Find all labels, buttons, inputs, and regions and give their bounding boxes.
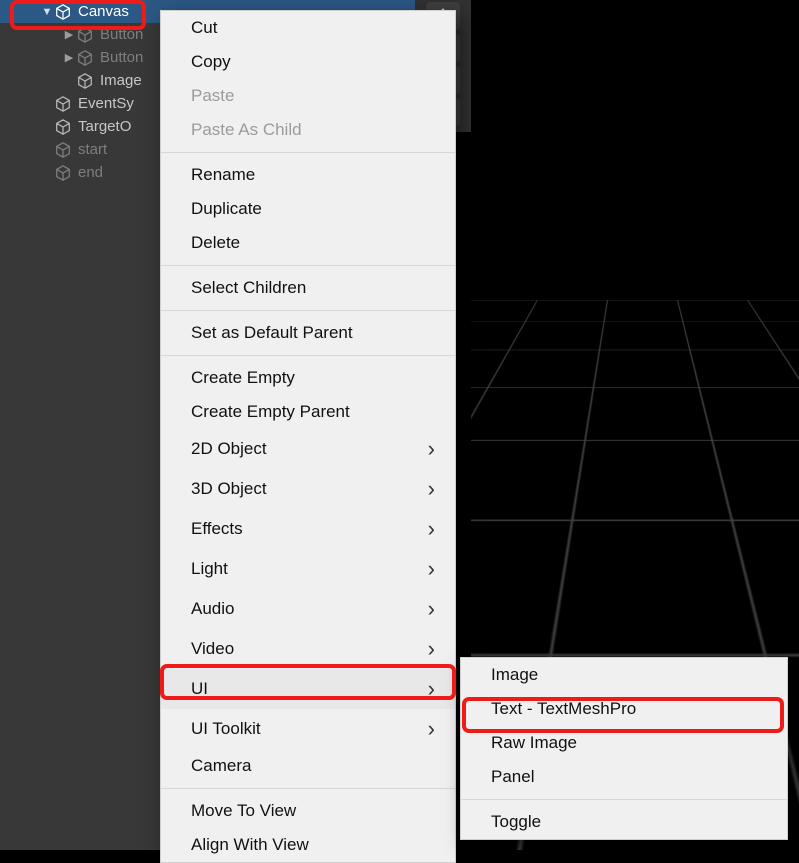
menu-item-copy[interactable]: Copy bbox=[161, 45, 455, 79]
hierarchy-item-label: Button bbox=[100, 49, 143, 66]
menu-item-align-with-view[interactable]: Align With View bbox=[161, 828, 455, 862]
chevron-right-icon bbox=[428, 436, 435, 462]
submenu-item-panel[interactable]: Panel bbox=[461, 760, 787, 794]
menu-item-ui[interactable]: UI bbox=[161, 669, 455, 709]
menu-item-2d-object[interactable]: 2D Object bbox=[161, 429, 455, 469]
hierarchy-item-label: TargetO bbox=[78, 118, 131, 135]
menu-item-rename[interactable]: Rename bbox=[161, 158, 455, 192]
hierarchy-item-label: end bbox=[78, 164, 103, 181]
menu-item-video[interactable]: Video bbox=[161, 629, 455, 669]
chevron-right-icon bbox=[428, 516, 435, 542]
menu-separator bbox=[161, 310, 455, 311]
disclosure-triangle-icon[interactable] bbox=[62, 28, 76, 41]
hierarchy-item-label: Canvas bbox=[78, 3, 129, 20]
hierarchy-item-label: Button bbox=[100, 26, 143, 43]
chevron-right-icon bbox=[428, 476, 435, 502]
context-submenu-ui: Image Text - TextMeshPro Raw Image Panel… bbox=[460, 657, 788, 840]
menu-separator bbox=[161, 265, 455, 266]
hierarchy-item-label: Image bbox=[100, 72, 142, 89]
gameobject-cube-icon bbox=[54, 95, 72, 113]
hierarchy-item-label: EventSy bbox=[78, 95, 134, 112]
menu-item-paste: Paste bbox=[161, 79, 455, 113]
gameobject-cube-icon bbox=[54, 141, 72, 159]
menu-item-ui-toolkit[interactable]: UI Toolkit bbox=[161, 709, 455, 749]
gameobject-cube-icon bbox=[76, 26, 94, 44]
menu-item-light[interactable]: Light bbox=[161, 549, 455, 589]
disclosure-triangle-icon[interactable] bbox=[40, 6, 54, 18]
menu-item-effects[interactable]: Effects bbox=[161, 509, 455, 549]
gameobject-cube-icon bbox=[54, 118, 72, 136]
gameobject-cube-icon bbox=[76, 72, 94, 90]
menu-item-cut[interactable]: Cut bbox=[161, 11, 455, 45]
chevron-right-icon bbox=[428, 556, 435, 582]
menu-separator bbox=[161, 152, 455, 153]
menu-item-delete[interactable]: Delete bbox=[161, 226, 455, 260]
disclosure-triangle-icon[interactable] bbox=[62, 51, 76, 64]
menu-item-paste-as-child: Paste As Child bbox=[161, 113, 455, 147]
submenu-item-image[interactable]: Image bbox=[461, 658, 787, 692]
gameobject-cube-icon bbox=[54, 164, 72, 182]
submenu-item-raw-image[interactable]: Raw Image bbox=[461, 726, 787, 760]
submenu-item-text-tmp[interactable]: Text - TextMeshPro bbox=[461, 692, 787, 726]
menu-item-move-to-view[interactable]: Move To View bbox=[161, 794, 455, 828]
chevron-right-icon bbox=[428, 636, 435, 662]
chevron-right-icon bbox=[428, 596, 435, 622]
gameobject-cube-icon bbox=[54, 3, 72, 21]
chevron-right-icon bbox=[428, 716, 435, 742]
menu-separator bbox=[161, 355, 455, 356]
hierarchy-item-label: start bbox=[78, 141, 107, 158]
chevron-right-icon bbox=[428, 676, 435, 702]
menu-item-set-default-parent[interactable]: Set as Default Parent bbox=[161, 316, 455, 350]
menu-item-create-empty[interactable]: Create Empty bbox=[161, 361, 455, 395]
menu-item-3d-object[interactable]: 3D Object bbox=[161, 469, 455, 509]
menu-item-select-children[interactable]: Select Children bbox=[161, 271, 455, 305]
gameobject-cube-icon bbox=[76, 49, 94, 67]
submenu-item-toggle[interactable]: Toggle bbox=[461, 805, 787, 839]
menu-separator bbox=[461, 799, 787, 800]
menu-item-duplicate[interactable]: Duplicate bbox=[161, 192, 455, 226]
menu-item-create-empty-parent[interactable]: Create Empty Parent bbox=[161, 395, 455, 429]
menu-item-camera[interactable]: Camera bbox=[161, 749, 455, 783]
context-menu: Cut Copy Paste Paste As Child Rename Dup… bbox=[160, 10, 456, 863]
menu-separator bbox=[161, 788, 455, 789]
menu-item-audio[interactable]: Audio bbox=[161, 589, 455, 629]
